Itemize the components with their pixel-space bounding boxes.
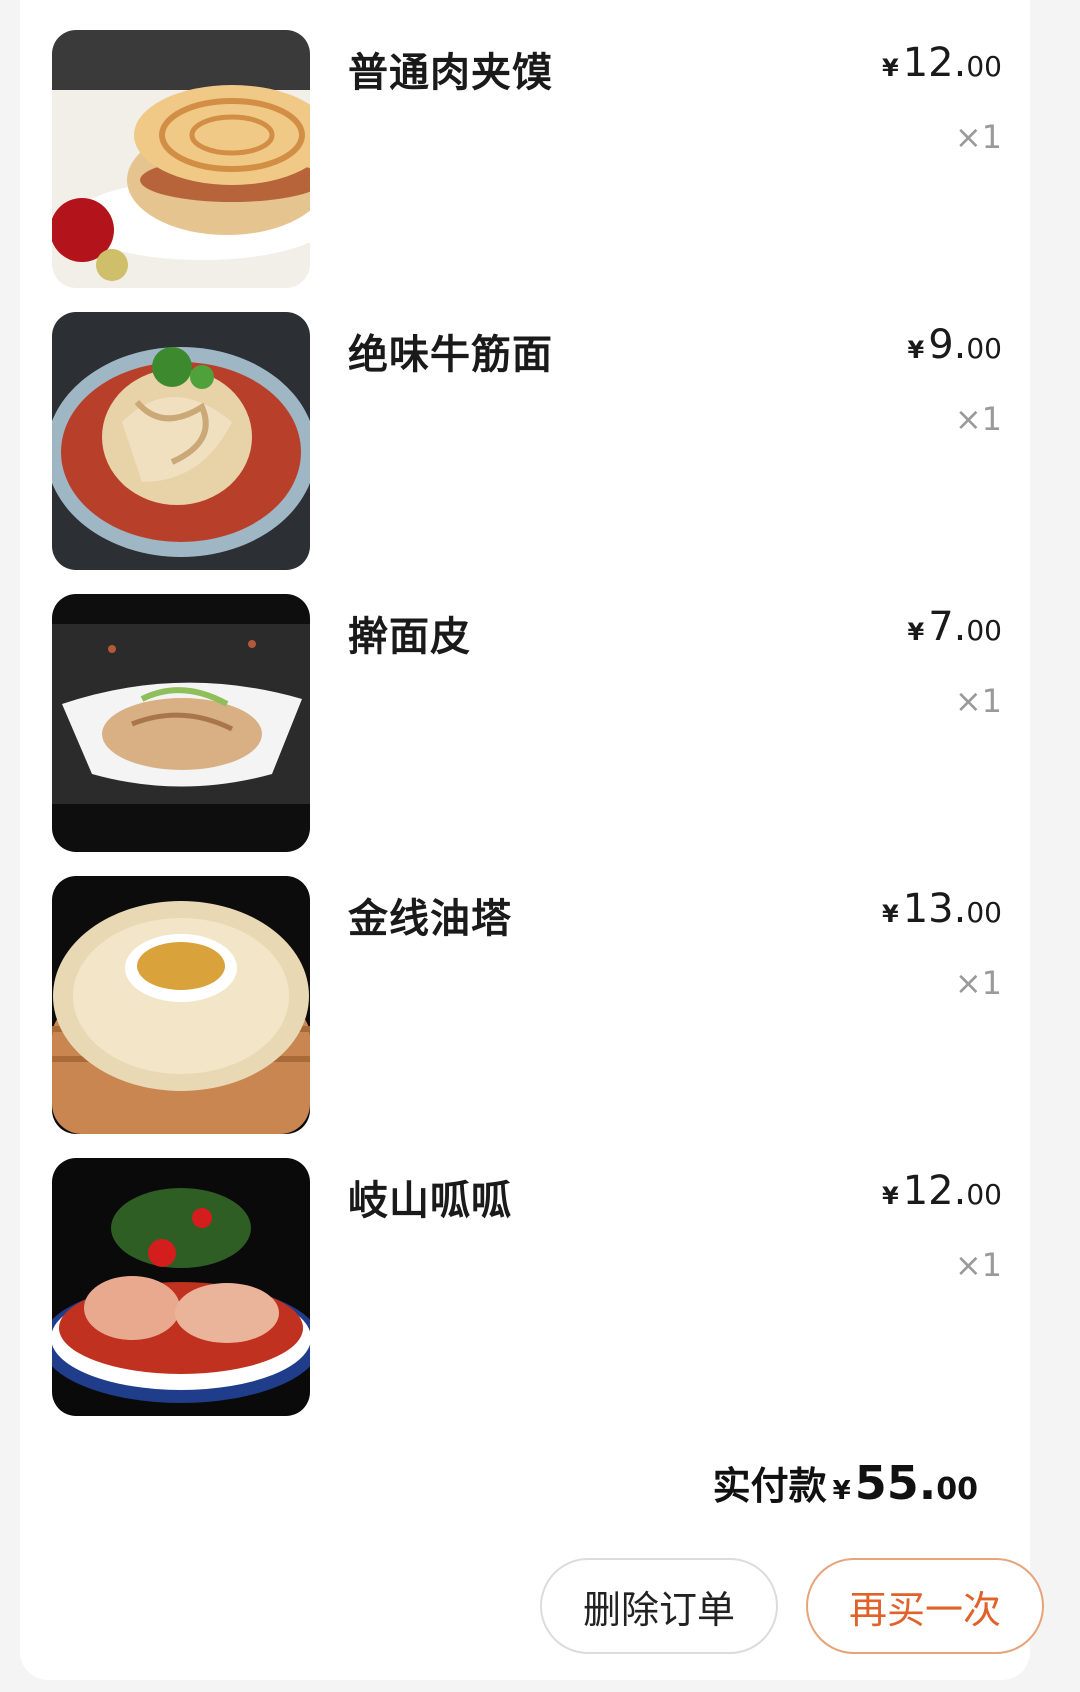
order-card: 普通肉夹馍 ¥12.00 ×1 绝味牛筋面 ¥9.00 ×1 擀面皮 ¥ 7.0… (20, 0, 1044, 1680)
food-photo-beef-tendon-noodles (52, 312, 310, 570)
food-photo-roujiamo (52, 30, 310, 288)
item-quantity: ×1 (954, 400, 1002, 438)
buy-again-button[interactable]: 再买一次 (806, 1558, 1044, 1654)
item-quantity: ×1 (954, 1246, 1002, 1284)
order-item[interactable]: 普通肉夹馍 ¥12.00 ×1 (52, 30, 1002, 290)
delete-order-button[interactable]: 删除订单 (540, 1558, 778, 1654)
item-price: ¥9.00 (907, 322, 1002, 368)
order-item[interactable]: 金线油塔 ¥13.00 ×1 (52, 876, 1002, 1136)
item-quantity: ×1 (954, 682, 1002, 720)
item-price: ¥12.00 (882, 40, 1002, 86)
order-item[interactable]: 擀面皮 ¥7.00 ×1 (52, 594, 1002, 854)
food-photo-qishan-guagua (52, 1158, 310, 1416)
item-price: ¥13.00 (882, 886, 1002, 932)
order-item[interactable]: 岐山呱呱 ¥12.00 ×1 (52, 1158, 1002, 1418)
item-name: 绝味牛筋面 (348, 332, 553, 378)
order-total: 实付款 ¥55.00 (712, 1456, 978, 1510)
item-name: 擀面皮 (348, 614, 471, 660)
item-name: 金线油塔 (348, 896, 512, 942)
food-photo-jinxian-youta (52, 876, 310, 1134)
item-quantity: ×1 (954, 118, 1002, 156)
item-price: ¥12.00 (882, 1168, 1002, 1214)
food-photo-ganmianpi (52, 594, 310, 852)
total-label: 实付款 (712, 1464, 827, 1508)
item-quantity: ×1 (954, 964, 1002, 1002)
order-item[interactable]: 绝味牛筋面 ¥9.00 ×1 (52, 312, 1002, 572)
item-name: 岐山呱呱 (348, 1178, 512, 1224)
item-name: 普通肉夹馍 (348, 50, 553, 96)
item-price: ¥7.00 (907, 604, 1002, 650)
